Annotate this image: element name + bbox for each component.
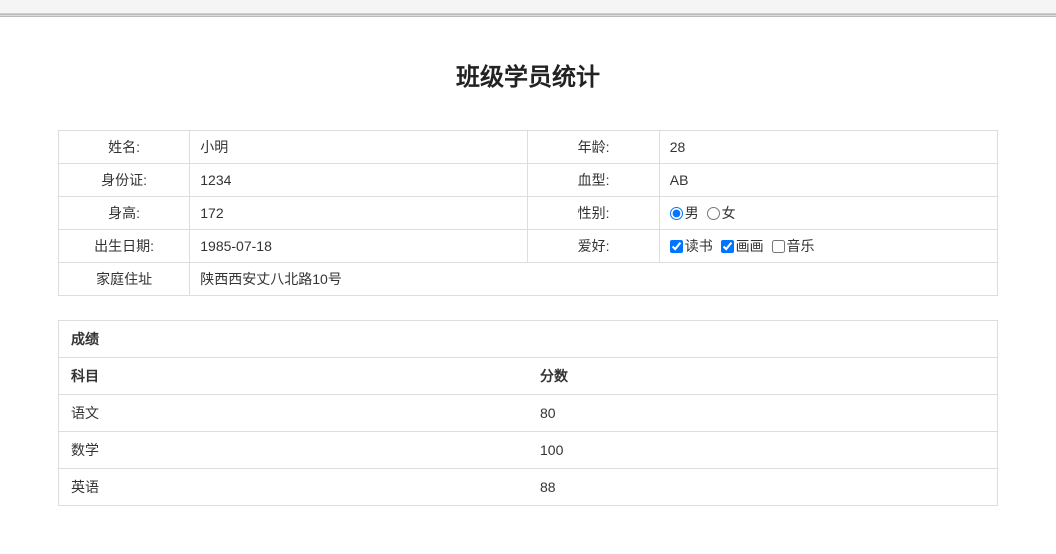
gender-option-male[interactable]: 男 [670, 203, 699, 223]
hobby-option-reading[interactable]: 读书 [670, 236, 713, 256]
main-container: 班级学员统计 姓名: 小明 年龄: 28 身份证: 1234 血型: AB 身高… [58, 17, 998, 526]
height-value: 172 [190, 197, 528, 230]
info-row: 身高: 172 性别: 男 女 [59, 197, 998, 230]
gender-radio-male[interactable] [670, 207, 683, 220]
hobby-label: 爱好: [528, 230, 659, 263]
score-subject: 英语 [59, 469, 528, 506]
name-value: 小明 [190, 131, 528, 164]
gender-value-cell: 男 女 [659, 197, 997, 230]
hobby-option-music[interactable]: 音乐 [772, 236, 815, 256]
score-table: 科目 分数 语文 80 数学 100 英语 88 [59, 358, 997, 505]
gender-female-label: 女 [722, 203, 736, 223]
age-label: 年龄: [528, 131, 659, 164]
height-label: 身高: [59, 197, 190, 230]
hobby-checkbox-music[interactable] [772, 240, 785, 253]
hobby-value-cell: 读书 画画 音乐 [659, 230, 997, 263]
score-col-subject: 科目 [59, 358, 528, 395]
score-row: 语文 80 [59, 395, 997, 432]
birth-value: 1985-07-18 [190, 230, 528, 263]
blood-label: 血型: [528, 164, 659, 197]
id-label: 身份证: [59, 164, 190, 197]
name-label: 姓名: [59, 131, 190, 164]
age-value: 28 [659, 131, 997, 164]
score-value: 100 [528, 432, 997, 469]
score-value: 88 [528, 469, 997, 506]
gender-radio-female[interactable] [707, 207, 720, 220]
score-row: 英语 88 [59, 469, 997, 506]
score-col-score: 分数 [528, 358, 997, 395]
info-row: 身份证: 1234 血型: AB [59, 164, 998, 197]
score-header-row: 科目 分数 [59, 358, 997, 395]
score-value: 80 [528, 395, 997, 432]
info-row: 姓名: 小明 年龄: 28 [59, 131, 998, 164]
hobby-drawing-label: 画画 [736, 236, 764, 256]
score-panel-title: 成绩 [59, 321, 997, 358]
address-label: 家庭住址 [59, 263, 190, 296]
score-subject: 语文 [59, 395, 528, 432]
url-bar [0, 0, 1056, 14]
gender-option-female[interactable]: 女 [707, 203, 736, 223]
blood-value: AB [659, 164, 997, 197]
hobby-reading-label: 读书 [685, 236, 713, 256]
hobby-option-drawing[interactable]: 画画 [721, 236, 764, 256]
score-row: 数学 100 [59, 432, 997, 469]
info-row: 出生日期: 1985-07-18 爱好: 读书 画画 音乐 [59, 230, 998, 263]
id-value: 1234 [190, 164, 528, 197]
info-row: 家庭住址 陕西西安丈八北路10号 [59, 263, 998, 296]
gender-label: 性别: [528, 197, 659, 230]
gender-male-label: 男 [685, 203, 699, 223]
address-value: 陕西西安丈八北路10号 [190, 263, 998, 296]
hobby-checkbox-reading[interactable] [670, 240, 683, 253]
student-info-table: 姓名: 小明 年龄: 28 身份证: 1234 血型: AB 身高: 172 性… [58, 130, 998, 296]
hobby-checkbox-drawing[interactable] [721, 240, 734, 253]
score-subject: 数学 [59, 432, 528, 469]
page-title: 班级学员统计 [58, 57, 998, 92]
hobby-music-label: 音乐 [787, 236, 815, 256]
birth-label: 出生日期: [59, 230, 190, 263]
score-panel: 成绩 科目 分数 语文 80 数学 100 英语 88 [58, 320, 998, 506]
